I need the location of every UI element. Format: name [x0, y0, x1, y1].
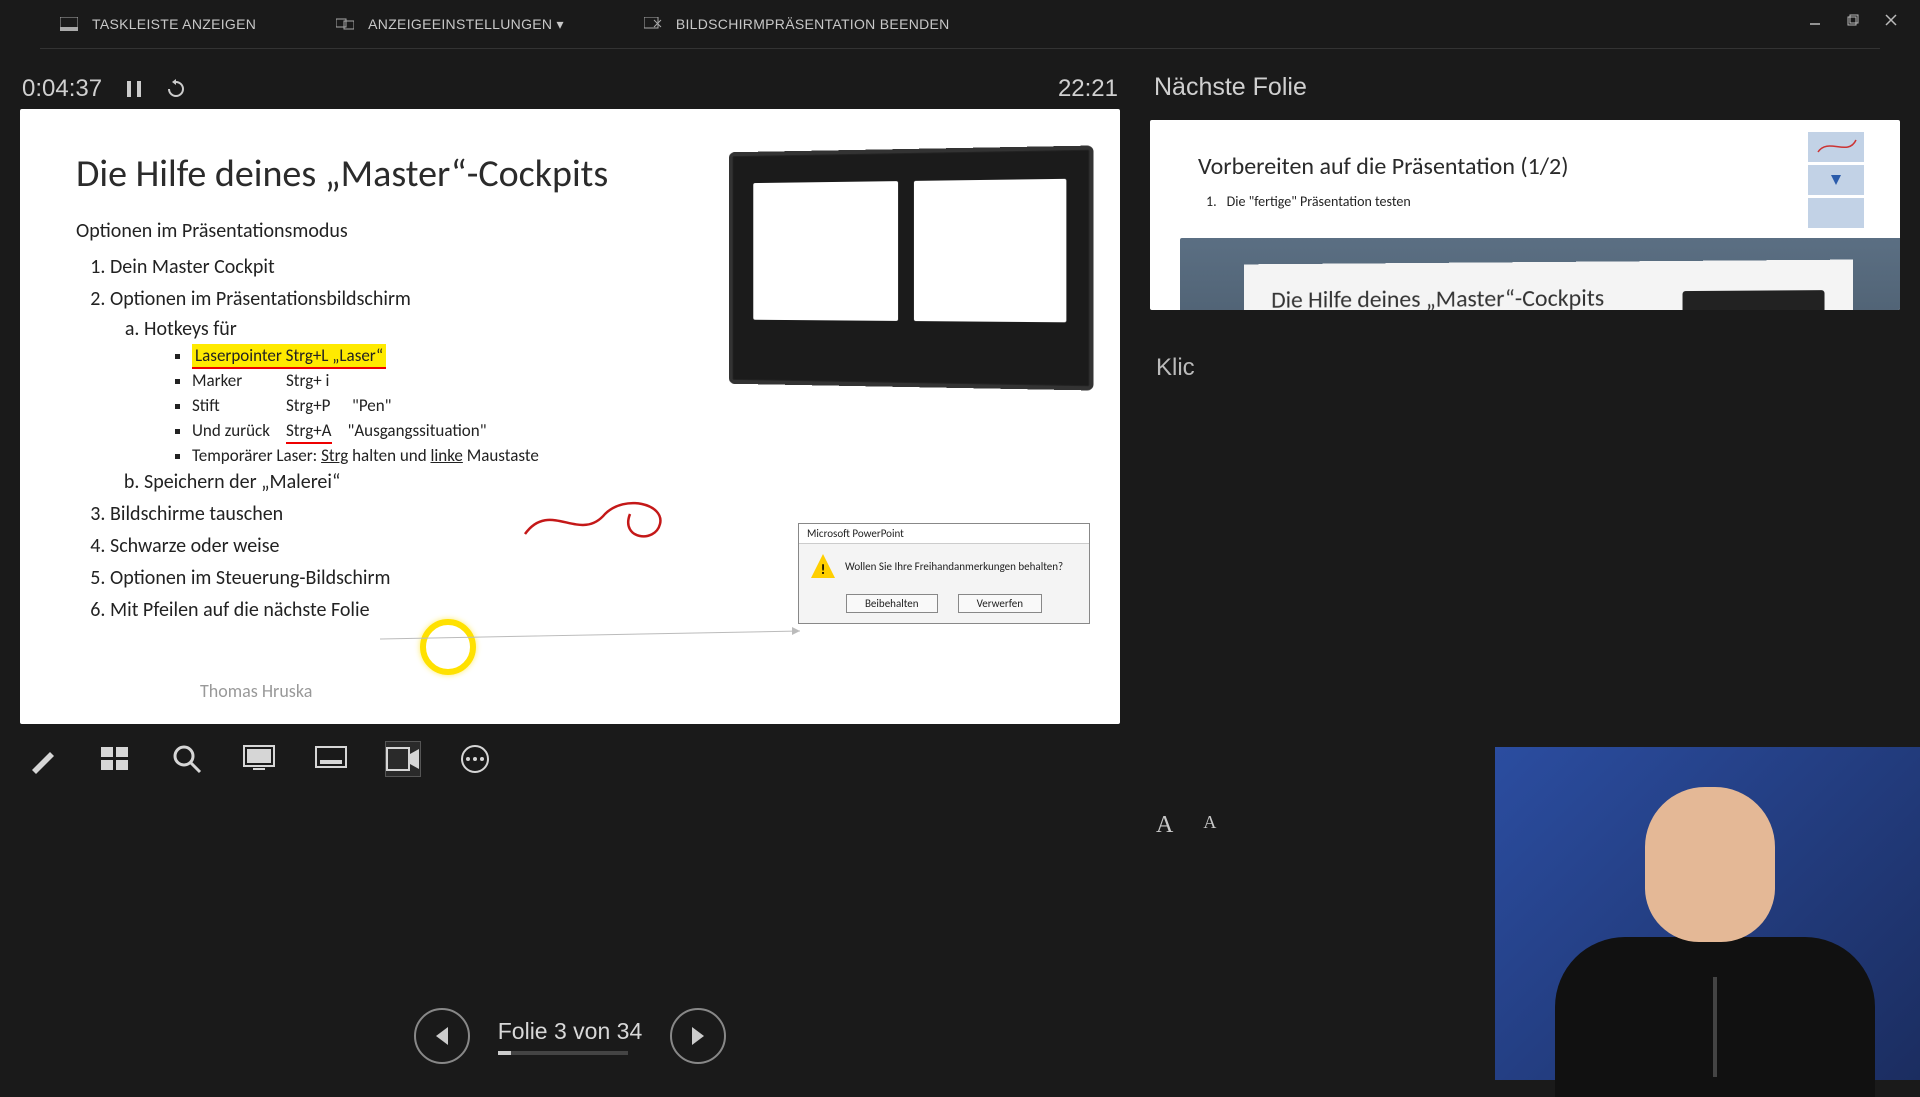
display-settings-label: ANZEIGEEINSTELLUNGEN ▾: [368, 16, 564, 33]
warning-icon: !: [811, 554, 835, 578]
timer-bar: 0:04:37 22:21: [20, 69, 1120, 109]
clock-time: 22:21: [1058, 75, 1118, 103]
slide-counter: Folie 3 von 34: [498, 1018, 642, 1045]
pen-tool[interactable]: [26, 742, 60, 776]
window-close[interactable]: [1872, 6, 1910, 34]
window-restore[interactable]: [1834, 6, 1872, 34]
slide-progress: [498, 1051, 628, 1055]
dialog-message: Wollen Sie Ihre Freihandanmerkungen beha…: [845, 560, 1063, 573]
prev-slide-button[interactable]: [414, 1008, 470, 1064]
slide-navigation: Folie 3 von 34: [0, 1008, 1140, 1064]
monitor-graphic: [729, 146, 1094, 391]
taskbar-icon: [60, 17, 78, 31]
connector-line: [380, 619, 810, 659]
next-slide-heading: Nächste Folie: [1154, 73, 1900, 102]
current-slide[interactable]: Die Hilfe deines „Master“-Cockpits Optio…: [20, 109, 1120, 724]
embedded-photo: Die Hilfe deines „Master“-Cockpits Optio…: [1180, 238, 1900, 310]
ink-scribble: [520, 489, 680, 549]
list-item: StiftStrg+P"Pen": [192, 395, 1064, 416]
end-slideshow-button[interactable]: BILDSCHIRMPRÄSENTATION BEENDEN: [644, 16, 950, 32]
camera-button[interactable]: [386, 742, 420, 776]
presenter-toolbar: [20, 724, 1120, 794]
arrow-down-icon: [1829, 173, 1843, 187]
elapsed-time: 0:04:37: [22, 75, 102, 103]
show-taskbar-button[interactable]: TASKLEISTE ANZEIGEN: [60, 16, 256, 32]
display-settings-button[interactable]: ANZEIGEEINSTELLUNGEN ▾: [336, 16, 564, 33]
font-shrink-button[interactable]: A: [1203, 812, 1216, 839]
end-slideshow-label: BILDSCHIRMPRÄSENTATION BEENDEN: [676, 16, 950, 32]
next-slide-button[interactable]: [670, 1008, 726, 1064]
presenter-topbar: TASKLEISTE ANZEIGEN ANZEIGEEINSTELLUNGEN…: [40, 0, 1880, 49]
end-slideshow-icon: [644, 17, 662, 31]
black-screen-button[interactable]: [242, 742, 276, 776]
pause-timer-button[interactable]: [126, 80, 142, 98]
next-slide-line: 1.Die "fertige" Präsentation testen: [1150, 193, 1900, 210]
presenter-camera[interactable]: [1495, 747, 1920, 1080]
font-grow-button[interactable]: A: [1156, 812, 1173, 839]
next-slide-preview[interactable]: Vorbereiten auf die Präsentation (1/2) 1…: [1150, 120, 1900, 310]
subtitle-button[interactable]: [314, 742, 348, 776]
list-item: Und zurückStrg+A"Ausgangssituation": [192, 420, 1064, 441]
next-slide-title: Vorbereiten auf die Präsentation (1/2): [1150, 120, 1900, 193]
notes-hint[interactable]: Klic: [1156, 354, 1900, 382]
reset-timer-button[interactable]: [166, 79, 186, 99]
dialog-title: Microsoft PowerPoint: [799, 524, 1089, 544]
more-options-button[interactable]: [458, 742, 492, 776]
dialog-keep-button[interactable]: Beibehalten: [846, 594, 938, 613]
zoom-tool[interactable]: [170, 742, 204, 776]
dialog-discard-button[interactable]: Verwerfen: [958, 594, 1042, 613]
ink-save-dialog: Microsoft PowerPoint ! Wollen Sie Ihre F…: [798, 523, 1090, 624]
display-settings-icon: [336, 17, 354, 31]
thumb-icons: [1808, 132, 1870, 231]
slide-author: Thomas Hruska: [200, 680, 312, 702]
see-all-slides-button[interactable]: [98, 742, 132, 776]
list-item: Temporärer Laser: Strg halten und linke …: [192, 445, 1064, 466]
window-minimize[interactable]: [1796, 6, 1834, 34]
show-taskbar-label: TASKLEISTE ANZEIGEN: [92, 16, 256, 32]
